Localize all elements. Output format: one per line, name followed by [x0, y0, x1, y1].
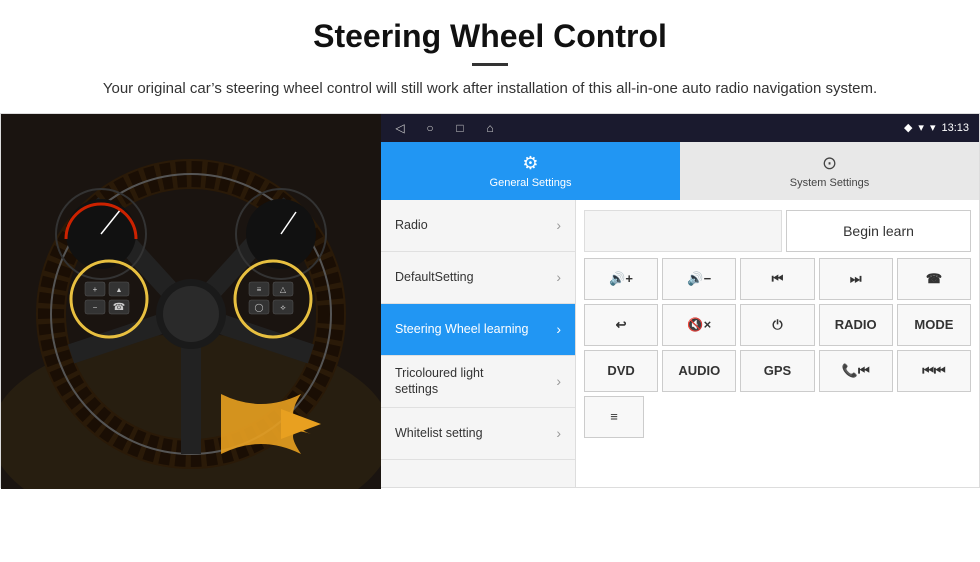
- button-row-2: ↩ 🔇× ⏻ RADIO MO: [584, 304, 971, 346]
- main-split: Radio › DefaultSetting › Steering Wheel …: [381, 200, 979, 487]
- svg-text:⟡: ⟡: [280, 303, 286, 312]
- button-row-3: DVD AUDIO GPS 📞⏮: [584, 350, 971, 392]
- vol-down-button[interactable]: 🔊−: [662, 258, 736, 300]
- home-nav-icon[interactable]: ○: [421, 119, 439, 137]
- chevron-right-icon: ›: [556, 425, 561, 441]
- tab-general-settings-label: General Settings: [490, 177, 572, 189]
- gps-button[interactable]: GPS: [740, 350, 814, 392]
- chevron-right-icon: ›: [556, 321, 561, 337]
- vol-down-icon: 🔊−: [687, 271, 711, 287]
- prev-track-icon: ⏮: [772, 271, 784, 287]
- menu-item-whitelist[interactable]: Whitelist setting ›: [381, 408, 575, 460]
- next-track-icon: ⏭: [850, 271, 862, 287]
- hang-up-button[interactable]: ↩: [584, 304, 658, 346]
- menu-item-radio[interactable]: Radio ›: [381, 200, 575, 252]
- rwd-button[interactable]: ⏮⏮: [897, 350, 971, 392]
- clock: 13:13: [941, 122, 969, 134]
- whitelist-icon-button[interactable]: ≡: [584, 396, 644, 438]
- general-settings-icon: ⚙: [522, 153, 538, 174]
- signal-icon: ▾: [930, 121, 936, 134]
- tab-system-settings-label: System Settings: [790, 177, 869, 189]
- dvd-button[interactable]: DVD: [584, 350, 658, 392]
- mode-button[interactable]: MODE: [897, 304, 971, 346]
- chevron-right-icon: ›: [556, 217, 561, 233]
- prev-track-button[interactable]: ⏮: [740, 258, 814, 300]
- subtitle: Your original car’s steering wheel contr…: [80, 78, 900, 101]
- hang-up-icon: ↩: [616, 317, 627, 333]
- page-wrapper: Steering Wheel Control Your original car…: [0, 0, 980, 488]
- svg-text:▲: ▲: [116, 287, 123, 294]
- button-row-4: ≡: [584, 396, 971, 438]
- menu-item-default-setting[interactable]: DefaultSetting ›: [381, 252, 575, 304]
- page-title: Steering Wheel Control: [40, 18, 940, 55]
- chevron-right-icon: ›: [556, 373, 561, 389]
- rwd-icon: ⏮⏮: [922, 363, 945, 379]
- radio-label: RADIO: [835, 317, 877, 332]
- menu-tricoloured-label: Tricoloured lightsettings: [395, 365, 483, 398]
- menu-item-steering-wheel[interactable]: Steering Wheel learning ›: [381, 304, 575, 356]
- system-settings-icon: ⊙: [822, 153, 837, 174]
- menu-default-label: DefaultSetting: [395, 269, 474, 285]
- tel-prev-button[interactable]: 📞⏮: [819, 350, 893, 392]
- whitelist-list-icon: ≡: [610, 409, 618, 424]
- status-right: ◆ ▾ ▾ 13:13: [904, 121, 969, 134]
- right-panel: Begin learn 🔊+ 🔊−: [576, 200, 979, 487]
- menu-item-tricoloured[interactable]: Tricoloured lightsettings ›: [381, 356, 575, 408]
- content-area: + − ▲ ☎ ≡ ◯ △ ⟡: [0, 113, 980, 488]
- android-ui: ◁ ○ □ ⌂ ◆ ▾ ▾ 13:13 ⚙ General Settings: [381, 114, 979, 487]
- chevron-right-icon: ›: [556, 269, 561, 285]
- left-menu: Radio › DefaultSetting › Steering Wheel …: [381, 200, 576, 487]
- begin-learn-button[interactable]: Begin learn: [786, 210, 971, 252]
- begin-learn-row: Begin learn: [584, 208, 971, 254]
- vol-up-icon: 🔊+: [609, 271, 633, 287]
- phone-button[interactable]: ☎: [897, 258, 971, 300]
- recents-nav-icon[interactable]: □: [451, 119, 469, 137]
- menu-whitelist-label: Whitelist setting: [395, 425, 483, 441]
- menu-radio-label: Radio: [395, 217, 428, 233]
- tel-prev-icon: 📞⏮: [842, 363, 870, 379]
- mute-button[interactable]: 🔇×: [662, 304, 736, 346]
- svg-text:+: +: [93, 285, 98, 294]
- svg-text:−: −: [93, 303, 98, 312]
- header-section: Steering Wheel Control Your original car…: [0, 0, 980, 113]
- vol-up-button[interactable]: 🔊+: [584, 258, 658, 300]
- next-track-button[interactable]: ⏭: [819, 258, 893, 300]
- car-image-section: + − ▲ ☎ ≡ ◯ △ ⟡: [1, 114, 381, 489]
- top-tabs: ⚙ General Settings ⊙ System Settings: [381, 142, 979, 200]
- dvd-label: DVD: [607, 363, 634, 378]
- status-bar: ◁ ○ □ ⌂ ◆ ▾ ▾ 13:13: [381, 114, 979, 142]
- button-row-1: 🔊+ 🔊− ⏮ ⏭ ☎: [584, 258, 971, 300]
- phone-icon: ☎: [926, 271, 942, 287]
- svg-text:◯: ◯: [255, 303, 264, 312]
- audio-button[interactable]: AUDIO: [662, 350, 736, 392]
- radio-button[interactable]: RADIO: [819, 304, 893, 346]
- audio-label: AUDIO: [678, 363, 720, 378]
- menu-steering-label: Steering Wheel learning: [395, 321, 528, 337]
- power-icon: ⏻: [772, 317, 782, 333]
- title-divider: [472, 63, 508, 66]
- status-left: ◁ ○ □ ⌂: [391, 119, 499, 137]
- back-nav-icon[interactable]: ◁: [391, 119, 409, 137]
- wifi-icon: ▾: [918, 121, 924, 134]
- mode-label: MODE: [914, 317, 953, 332]
- button-grid: 🔊+ 🔊− ⏮ ⏭ ☎: [584, 258, 971, 438]
- steering-wheel-svg: + − ▲ ☎ ≡ ◯ △ ⟡: [1, 114, 381, 489]
- svg-text:△: △: [280, 285, 287, 294]
- tab-system-settings[interactable]: ⊙ System Settings: [680, 142, 979, 200]
- empty-input-cell: [584, 210, 782, 252]
- svg-text:☎: ☎: [113, 302, 125, 313]
- location-icon: ◆: [904, 121, 912, 134]
- menu-nav-icon[interactable]: ⌂: [481, 119, 499, 137]
- svg-text:≡: ≡: [257, 285, 262, 294]
- gps-label: GPS: [764, 363, 791, 378]
- tab-general-settings[interactable]: ⚙ General Settings: [381, 142, 680, 200]
- power-button[interactable]: ⏻: [740, 304, 814, 346]
- mute-icon: 🔇×: [687, 317, 711, 333]
